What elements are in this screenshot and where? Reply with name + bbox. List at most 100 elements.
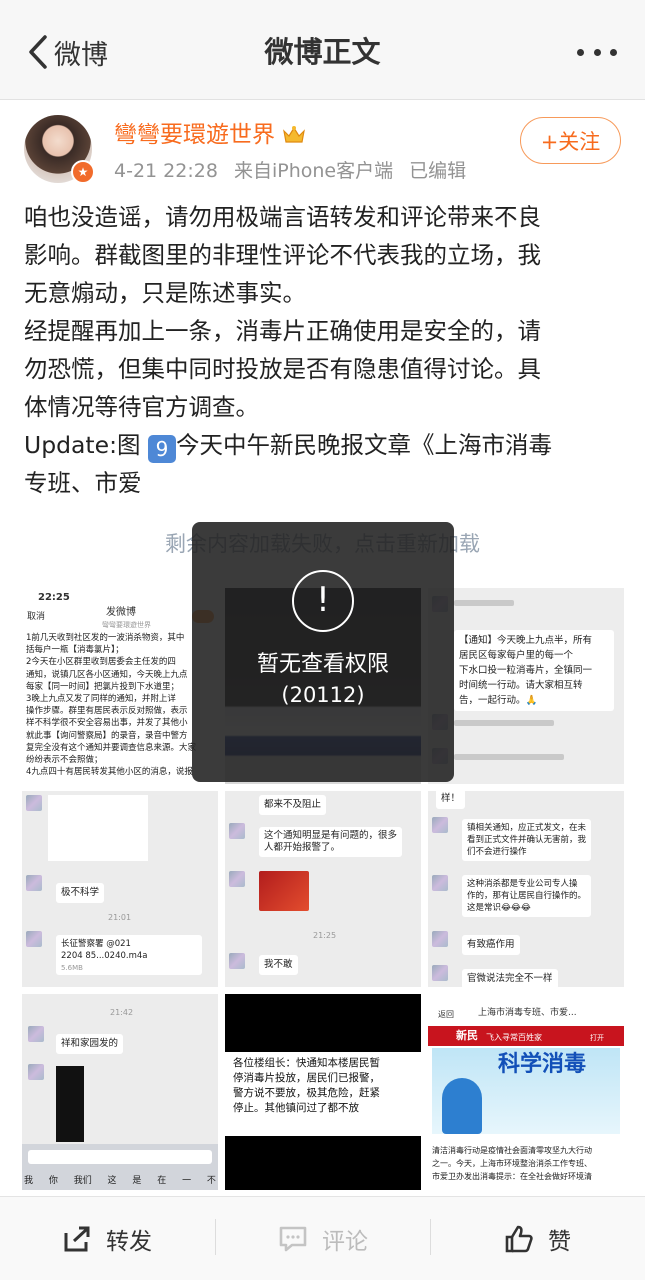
screenshot-text-line: 4九点四十有居民转发其他小区的消息，说报 bbox=[26, 767, 193, 778]
error-code: (20112) bbox=[281, 683, 365, 707]
chat-bubble: 这个通知明显是有问题的，很多 人都开始报警了。 bbox=[259, 827, 403, 857]
cancel-text: 取消 bbox=[27, 612, 46, 622]
chat-bubble: 有致癌作用 bbox=[462, 935, 520, 955]
keyboard-suggestion: 是 bbox=[132, 1176, 142, 1186]
keyboard-suggestion: 不 bbox=[206, 1176, 216, 1186]
chat-line: 看到正式文件并确认无害前，我 bbox=[467, 835, 587, 845]
blurred-avatar bbox=[28, 1064, 44, 1080]
banner-text: 科学消毒 bbox=[498, 1052, 587, 1077]
image-thumb-4[interactable]: 极不科学 21:01 长征警察署 @021 2204 85...0240.m4a… bbox=[22, 791, 218, 987]
image-thumb-8[interactable]: 各位楼组长：快通知本楼居民暂 停消毒片投放，居民们已报警， 警方说不要放，极其危… bbox=[225, 994, 421, 1190]
screenshot-text-line: 纷纷表示不会照做； bbox=[26, 755, 103, 766]
notice-line: 警方说不要放，极其危险，赶紧 bbox=[233, 1087, 380, 1099]
follow-button[interactable]: +关注 bbox=[520, 117, 621, 164]
chat-line: 居民区每家每户里的每一个 bbox=[459, 650, 574, 661]
image-thumb-9[interactable]: 返回 上海市消毒专班、市爱... 新民 飞入寻常百姓家 打开 科学消毒 清洁消毒… bbox=[428, 994, 624, 1190]
screenshot-text-line: 括每户一瓶【消毒氯片】； bbox=[26, 645, 124, 656]
chat-bubble: 极不科学 bbox=[56, 883, 105, 903]
keyboard-suggestion: 我们 bbox=[73, 1176, 92, 1186]
error-message: 暂无查看权限 bbox=[256, 652, 389, 677]
permission-error-toast: ! 暂无查看权限 (20112) bbox=[192, 522, 454, 782]
post-update-line: Update:图 9 今天中午新民晚报文章《上海市消毒 bbox=[24, 426, 624, 464]
brand-slogan: 飞入寻常百姓家 bbox=[486, 1033, 542, 1042]
chat-line: 这是常识😂😂😂 bbox=[467, 903, 531, 913]
notice-line: 各位楼组长：快通知本楼居民暂 bbox=[233, 1057, 380, 1069]
post-body: 咱也没造谣，请勿用极端言语转发和评论带来不良 影响。群截图里的非理性评论不代表我… bbox=[24, 198, 624, 502]
screenshot-text-line: 1前几天收到社区发的一波消杀物资，其中 bbox=[26, 633, 185, 643]
chat-bubble: 这种消杀都是专业公司专人操 作的，那有让居民自行操作的。 这是常识😂😂😂 bbox=[462, 875, 592, 917]
screenshot-text-line: 通知，说镇几区各小区通知，今天晚上九点 bbox=[26, 669, 188, 680]
keyboard-suggestion: 一 bbox=[182, 1176, 192, 1186]
blurred-avatar bbox=[26, 931, 42, 947]
chat-line: 这个通知明显是有问题的，很多 bbox=[264, 830, 398, 841]
keyboard-suggestion: 在 bbox=[157, 1176, 167, 1186]
blurred-avatar bbox=[432, 965, 448, 981]
post-line: 无意煽动，只是陈述事实。 bbox=[24, 279, 306, 307]
screenshot-text-line: 就此事【询问警察局】的录音，录音中警方 bbox=[26, 730, 188, 741]
repost-button[interactable]: 转发 bbox=[62, 1197, 152, 1281]
author-name-link[interactable]: 彎彎要環遊世界 bbox=[114, 120, 307, 150]
image-thumb-3[interactable]: 【通知】今天晚上九点半，所有 居民区每家每户里的每一个 下水口投一粒消毒片，全镇… bbox=[428, 588, 624, 784]
blurred-avatar bbox=[432, 817, 448, 833]
chat-time: 21:42 bbox=[110, 1008, 134, 1017]
post-line: 勿恐慌，但集中同时投放是否有隐患值得讨论。具 bbox=[24, 355, 541, 383]
repost-label: 转发 bbox=[106, 1229, 152, 1255]
image-thumb-6[interactable]: 样！ 镇相关通知，应正式发文，在未 看到正式文件并确认无害前，我 们不会进行操作… bbox=[428, 791, 624, 987]
image-thumb-5[interactable]: 都来不及阻止 这个通知明显是有问题的，很多 人都开始报警了。 21:25 我不敢 bbox=[225, 791, 421, 987]
update-text: 今天中午新民晚报文章《上海市消毒 bbox=[176, 431, 552, 459]
screenshot-text-line: 2今天在小区群里收到居委会主任发的四 bbox=[26, 657, 176, 668]
audio-file-card: 长征警察署 @021 2204 85...0240.m4a 5.6MB bbox=[56, 935, 202, 975]
chat-line: 作的，那有让居民自行操作的。 bbox=[467, 891, 587, 901]
article-line: 市爱卫办发出消毒提示：在全社会做好环境清 bbox=[432, 1172, 592, 1181]
chat-bubble: 样！ bbox=[436, 791, 466, 809]
top-nav-bar: 微博 微博正文 bbox=[0, 0, 645, 100]
article-line: 清洁消毒行动是疫情社会面清零攻坚九大行动 bbox=[432, 1146, 592, 1155]
file-name: 长征警察署 @021 bbox=[61, 939, 131, 949]
screenshot-text-line: 操作步骤。群里有居民表示反对照做，表示 bbox=[26, 706, 188, 717]
chat-bubble: 我不敢 bbox=[259, 955, 298, 975]
blurred-avatar bbox=[229, 823, 245, 839]
notice-card: 各位楼组长：快通知本楼居民暂 停消毒片投放，居民们已报警， 警方说不要放，极其危… bbox=[225, 1052, 421, 1136]
like-button[interactable]: 赞 bbox=[504, 1197, 571, 1281]
image-thumb-7[interactable]: 21:42 祥和家园发的 我 你 我们 这 是 在 一 不 bbox=[22, 994, 218, 1190]
chat-time: 21:25 bbox=[313, 931, 337, 940]
screenshot-text-line: 每家【同一时间】把氯片投到下水道里； bbox=[26, 681, 180, 692]
update-prefix: Update:图 bbox=[24, 431, 148, 459]
comment-icon bbox=[279, 1226, 307, 1252]
screenshot-text-line: 复完全没有这个通知并要调查信息来源。大家 bbox=[26, 742, 197, 753]
blurred-avatar bbox=[229, 871, 245, 887]
post-date: 4-21 22:28 bbox=[114, 160, 218, 182]
edited-tag[interactable]: 已编辑 bbox=[409, 160, 466, 182]
article-back: 返回 bbox=[438, 1010, 454, 1019]
comment-label: 评论 bbox=[322, 1229, 368, 1255]
share-icon bbox=[64, 1226, 90, 1252]
more-options-button[interactable] bbox=[577, 34, 617, 70]
comment-button[interactable]: 评论 bbox=[278, 1197, 368, 1281]
notice-line: 停止。其他镇问过了都不放 bbox=[233, 1102, 359, 1114]
blurred-avatar bbox=[432, 931, 448, 947]
chat-bubble: 祥和家园发的 bbox=[56, 1034, 124, 1054]
keyboard-suggestion: 我 bbox=[24, 1176, 34, 1186]
thumbs-up-icon bbox=[505, 1225, 533, 1253]
image-thumb-1[interactable]: 22:25 取消 发微博 彎彎要環遊世界 1前几天收到社区发的一波消杀物资，其中… bbox=[22, 588, 218, 784]
bottom-action-bar: 转发 评论 赞 bbox=[0, 1196, 645, 1280]
compose-subtitle: 彎彎要環遊世界 bbox=[102, 621, 151, 629]
keyboard-suggestion: 你 bbox=[48, 1176, 58, 1186]
chat-line: 下水口投一粒消毒片，全镇同一 bbox=[459, 665, 593, 676]
chat-line: 镇相关通知，应正式发文，在未 bbox=[467, 823, 587, 833]
open-app-button: 打开 bbox=[590, 1034, 604, 1042]
notice-line: 停消毒片投放，居民们已报警， bbox=[233, 1072, 380, 1084]
post-meta: 4-21 22:28 来自iPhone客户端 已编辑 bbox=[114, 157, 476, 185]
page-title: 微博正文 bbox=[264, 35, 381, 69]
like-label: 赞 bbox=[548, 1229, 571, 1255]
author-name: 彎彎要環遊世界 bbox=[114, 122, 275, 148]
chat-bubble: 都来不及阻止 bbox=[259, 795, 327, 815]
exclamation-icon: ! bbox=[292, 570, 354, 632]
phone-time: 22:25 bbox=[38, 592, 70, 603]
file-name-2: 2204 85...0240.m4a bbox=[61, 951, 148, 961]
post-source: 来自iPhone客户端 bbox=[233, 160, 394, 182]
post-line: 经提醒再加上一条，消毒片正确使用是安全的，请 bbox=[24, 317, 541, 345]
chat-line: 这种消杀都是专业公司专人操 bbox=[467, 879, 578, 889]
keyboard-suggestion: 这 bbox=[107, 1176, 117, 1186]
blurred-avatar bbox=[229, 953, 245, 969]
